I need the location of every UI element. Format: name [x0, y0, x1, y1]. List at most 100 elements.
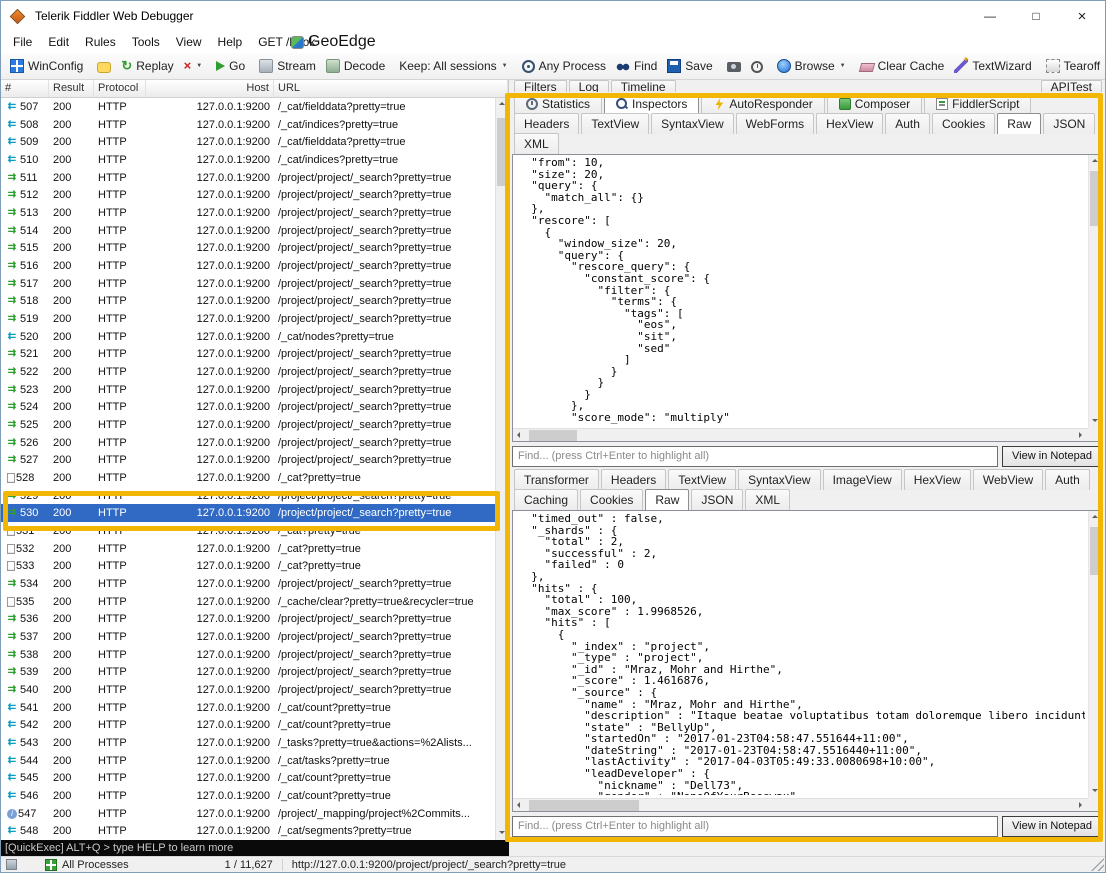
session-row[interactable]: 529 200 HTTP 127.0.0.1:9200 /project/pro… [1, 487, 495, 505]
scroll-thumb[interactable] [1090, 171, 1101, 226]
session-row[interactable]: 530 200 HTTP 127.0.0.1:9200 /project/pro… [1, 504, 495, 522]
session-row[interactable]: 516 200 HTTP 127.0.0.1:9200 /project/pro… [1, 257, 495, 275]
request-find-input[interactable] [512, 446, 998, 467]
session-row[interactable]: 521 200 HTTP 127.0.0.1:9200 /project/pro… [1, 345, 495, 363]
menu-item[interactable]: Tools [124, 32, 168, 52]
response-inspector-tab[interactable]: Cookies [580, 489, 643, 510]
scroll-down-arrow[interactable] [496, 827, 509, 840]
session-row[interactable]: 509 200 HTTP 127.0.0.1:9200 /_cat/fieldd… [1, 133, 495, 151]
request-vertical-scrollbar[interactable] [1088, 155, 1101, 428]
session-row[interactable]: 541 200 HTTP 127.0.0.1:9200 /_cat/count?… [1, 699, 495, 717]
go-button[interactable]: Go [211, 57, 250, 75]
browse-button[interactable]: Browse ▼ [772, 57, 851, 75]
session-row[interactable]: 547 200 HTTP 127.0.0.1:9200 /project/_ma… [1, 805, 495, 823]
session-row[interactable]: 526 200 HTTP 127.0.0.1:9200 /project/pro… [1, 434, 495, 452]
menu-item[interactable]: Help [210, 32, 251, 52]
response-vertical-scrollbar[interactable] [1088, 511, 1101, 798]
session-row[interactable]: 510 200 HTTP 127.0.0.1:9200 /_cat/indice… [1, 151, 495, 169]
session-row[interactable]: 535 200 HTTP 127.0.0.1:9200 /_cache/clea… [1, 593, 495, 611]
stream-button[interactable]: Stream [254, 57, 321, 75]
response-inspector-tab[interactable]: SyntaxView [738, 469, 820, 490]
comment-button[interactable] [92, 58, 116, 75]
menu-item[interactable]: File [5, 32, 40, 52]
response-inspector-tab[interactable]: Transformer [514, 469, 599, 490]
scroll-thumb[interactable] [497, 118, 508, 186]
scroll-thumb[interactable] [529, 800, 639, 811]
keep-sessions-dropdown[interactable]: Keep: All sessions ▼ [394, 57, 512, 75]
tab-log[interactable]: Log [569, 80, 609, 92]
main-tab[interactable]: AutoResponder [701, 93, 824, 114]
menu-item[interactable]: View [168, 32, 210, 52]
replay-button[interactable]: ↻ Replay [116, 57, 178, 75]
session-row[interactable]: 507 200 HTTP 127.0.0.1:9200 /_cat/fieldd… [1, 98, 495, 116]
request-inspector-tab[interactable]: Auth [885, 113, 930, 134]
session-row[interactable]: 527 200 HTTP 127.0.0.1:9200 /project/pro… [1, 451, 495, 469]
session-row[interactable]: 524 200 HTTP 127.0.0.1:9200 /project/pro… [1, 398, 495, 416]
winconfig-button[interactable]: WinConfig [5, 57, 88, 75]
tearoff-button[interactable]: Tearoff [1041, 57, 1105, 75]
scroll-right-arrow[interactable] [1075, 799, 1088, 812]
main-tab[interactable]: Composer [827, 93, 922, 114]
request-inspector-tab[interactable]: SyntaxView [651, 113, 733, 134]
session-row[interactable]: 514 200 HTTP 127.0.0.1:9200 /project/pro… [1, 222, 495, 240]
session-row[interactable]: 528 200 HTTP 127.0.0.1:9200 /_cat?pretty… [1, 469, 495, 487]
scroll-thumb[interactable] [529, 430, 577, 441]
session-row[interactable]: 523 200 HTTP 127.0.0.1:9200 /project/pro… [1, 381, 495, 399]
timer-button[interactable] [746, 57, 768, 75]
response-inspector-tab[interactable]: TextView [668, 469, 736, 490]
tab-apitest[interactable]: APITest [1041, 80, 1102, 92]
quickexec-bar[interactable]: [QuickExec] ALT+Q > type HELP to learn m… [1, 840, 509, 856]
minimize-button[interactable]: — [967, 1, 1013, 31]
find-button[interactable]: Find [611, 57, 662, 75]
response-inspector-tab[interactable]: XML [745, 489, 790, 510]
session-row[interactable]: 512 200 HTTP 127.0.0.1:9200 /project/pro… [1, 186, 495, 204]
session-row[interactable]: 538 200 HTTP 127.0.0.1:9200 /project/pro… [1, 646, 495, 664]
session-row[interactable]: 518 200 HTTP 127.0.0.1:9200 /project/pro… [1, 292, 495, 310]
screenshot-button[interactable] [722, 58, 746, 74]
session-row[interactable]: 548 200 HTTP 127.0.0.1:9200 /_cat/segmen… [1, 823, 495, 841]
session-row[interactable]: 539 200 HTTP 127.0.0.1:9200 /project/pro… [1, 664, 495, 682]
session-row[interactable]: 511 200 HTTP 127.0.0.1:9200 /project/pro… [1, 169, 495, 187]
decode-button[interactable]: Decode [321, 57, 390, 75]
response-inspector-tab[interactable]: HexView [904, 469, 971, 490]
session-row[interactable]: 508 200 HTTP 127.0.0.1:9200 /_cat/indice… [1, 116, 495, 134]
session-row[interactable]: 545 200 HTTP 127.0.0.1:9200 /_cat/count?… [1, 770, 495, 788]
session-row[interactable]: 546 200 HTTP 127.0.0.1:9200 /_cat/count?… [1, 787, 495, 805]
session-list-scrollbar[interactable] [495, 98, 508, 840]
request-inspector-tab[interactable]: TextView [581, 113, 649, 134]
scroll-left-arrow[interactable] [513, 429, 526, 442]
session-row[interactable]: 536 200 HTTP 127.0.0.1:9200 /project/pro… [1, 610, 495, 628]
close-button[interactable]: × [1059, 1, 1105, 31]
session-row[interactable]: 519 200 HTTP 127.0.0.1:9200 /project/pro… [1, 310, 495, 328]
session-row[interactable]: 543 200 HTTP 127.0.0.1:9200 /_tasks?pret… [1, 734, 495, 752]
menu-item[interactable]: Rules [77, 32, 124, 52]
maximize-button[interactable]: □ [1013, 1, 1059, 31]
response-inspector-tab[interactable]: JSON [691, 489, 743, 510]
menu-item-geoedge[interactable]: GeoEdge [283, 30, 384, 54]
tab-timeline[interactable]: Timeline [611, 80, 676, 92]
request-horizontal-scrollbar[interactable] [513, 428, 1088, 441]
request-inspector-tab[interactable]: Cookies [932, 113, 995, 134]
scroll-right-arrow[interactable] [1075, 429, 1088, 442]
session-row[interactable]: 522 200 HTTP 127.0.0.1:9200 /project/pro… [1, 363, 495, 381]
save-button[interactable]: Save [662, 57, 717, 75]
response-find-input[interactable] [512, 816, 998, 837]
all-processes-toggle[interactable]: All Processes [62, 859, 129, 871]
response-horizontal-scrollbar[interactable] [513, 798, 1088, 811]
scroll-left-arrow[interactable] [513, 799, 526, 812]
remove-sessions-button[interactable]: × ▼ [179, 57, 208, 75]
main-tab[interactable]: FiddlerScript [924, 93, 1031, 114]
menu-item[interactable]: Edit [40, 32, 77, 52]
textwizard-button[interactable]: TextWizard [949, 57, 1036, 75]
request-raw-view[interactable]: "from": 10, "size": 20, "query": { "matc… [512, 154, 1102, 442]
response-inspector-tab[interactable]: WebView [973, 469, 1043, 490]
session-row[interactable]: 532 200 HTTP 127.0.0.1:9200 /_cat?pretty… [1, 540, 495, 558]
any-process-button[interactable]: Any Process [517, 57, 611, 75]
session-row[interactable]: 517 200 HTTP 127.0.0.1:9200 /project/pro… [1, 275, 495, 293]
scroll-down-arrow[interactable] [1089, 415, 1102, 428]
request-inspector-tab[interactable]: Headers [514, 113, 579, 134]
session-row[interactable]: 534 200 HTTP 127.0.0.1:9200 /project/pro… [1, 575, 495, 593]
session-row[interactable]: 542 200 HTTP 127.0.0.1:9200 /_cat/count?… [1, 717, 495, 735]
response-inspector-tab[interactable]: Raw [645, 489, 689, 510]
session-row[interactable]: 515 200 HTTP 127.0.0.1:9200 /project/pro… [1, 239, 495, 257]
